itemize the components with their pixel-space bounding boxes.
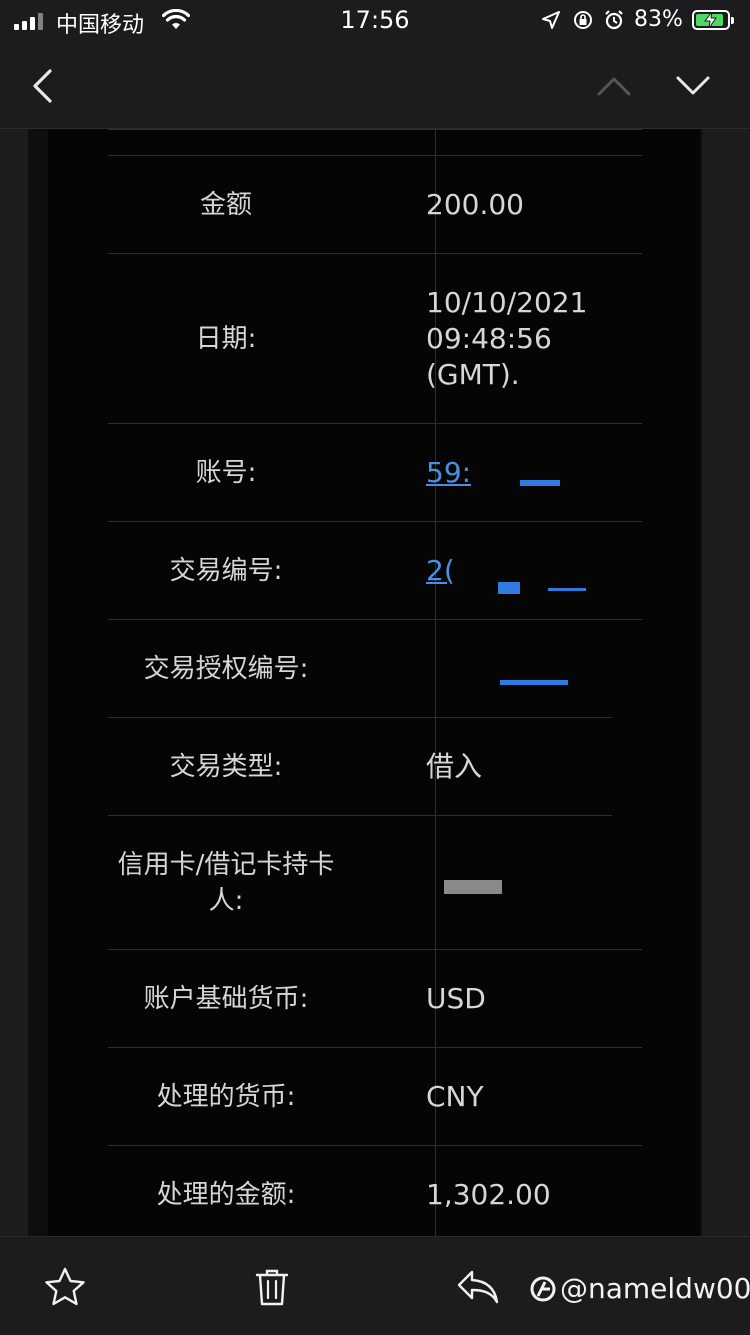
row-value: 借入	[426, 750, 483, 783]
redaction	[520, 480, 560, 486]
weibo-logo-icon	[530, 1276, 556, 1301]
table-row-amount: 金额 200.00	[108, 155, 642, 254]
table-row-authorization-id: 交易授权编号:	[108, 619, 642, 718]
row-value: CNY	[426, 1080, 484, 1113]
star-icon	[45, 1267, 85, 1306]
redaction	[448, 604, 642, 620]
location-icon	[542, 11, 560, 29]
back-chevron-icon	[33, 69, 52, 103]
delete-button[interactable]	[250, 1265, 294, 1309]
table-row-date: 日期: 10/10/2021 09:48:56 (GMT).	[108, 253, 642, 424]
row-label: 交易类型:	[169, 752, 283, 782]
row-label: 账号:	[195, 458, 257, 488]
message-body[interactable]: 金额 200.00 日期: 10/10/2021 09:48:56 (GMT).…	[48, 129, 700, 1236]
favorite-button[interactable]	[43, 1265, 87, 1309]
reply-icon	[457, 1270, 499, 1304]
row-label: 处理的货币:	[156, 1082, 296, 1112]
next-message-button[interactable]	[671, 64, 715, 108]
table-row-account: 账号: 59:	[108, 423, 642, 522]
redaction	[444, 880, 502, 894]
row-value: 200.00	[426, 188, 524, 221]
watermark-text: @nameldw001	[560, 1272, 750, 1305]
battery-percent: 83%	[634, 7, 683, 32]
chevron-down-icon	[676, 76, 710, 95]
row-label: 金额	[199, 190, 252, 220]
row-value: USD	[426, 982, 486, 1015]
redaction	[480, 430, 640, 480]
chevron-up-icon	[597, 77, 631, 96]
redaction	[500, 680, 568, 685]
status-bar: 中国移动 17:56 83%	[0, 0, 750, 44]
row-label: 处理的金额:	[156, 1180, 296, 1210]
row-label: 交易编号:	[169, 556, 283, 586]
row-label: 交易授权编号:	[143, 654, 309, 684]
table-row-processed-currency: 处理的货币: CNY	[108, 1047, 642, 1146]
table-row-partial	[108, 129, 642, 156]
table-row-base-currency: 账户基础货币: USD	[108, 949, 642, 1048]
row-label: 账户基础货币:	[143, 984, 309, 1014]
redaction	[498, 582, 520, 594]
nav-bar	[0, 44, 750, 129]
row-label: 信用卡/借记卡持卡 人:	[117, 850, 335, 916]
table-row-cardholder: 信用卡/借记卡持卡 人:	[108, 815, 612, 950]
row-value	[426, 620, 642, 718]
reply-button[interactable]	[456, 1265, 500, 1309]
table-row-transaction-id: 交易编号: 2(	[108, 521, 642, 620]
watermark: @nameldw001	[530, 1272, 750, 1305]
table-row-transaction-type: 交易类型: 借入	[108, 717, 612, 816]
table-row-processed-amount: 处理的金额: 1,302.00	[108, 1145, 642, 1236]
redaction	[548, 588, 586, 591]
previous-message-button[interactable]	[592, 64, 636, 108]
orientation-lock-icon	[574, 11, 592, 29]
row-value: 10/10/2021 09:48:56 (GMT).	[426, 286, 588, 391]
row-value: 1,302.00	[426, 1178, 551, 1211]
battery-charging-icon	[692, 10, 734, 30]
row-label: 日期:	[195, 324, 257, 354]
back-button[interactable]	[20, 64, 64, 108]
alarm-icon	[605, 10, 623, 30]
trash-icon	[255, 1269, 289, 1306]
